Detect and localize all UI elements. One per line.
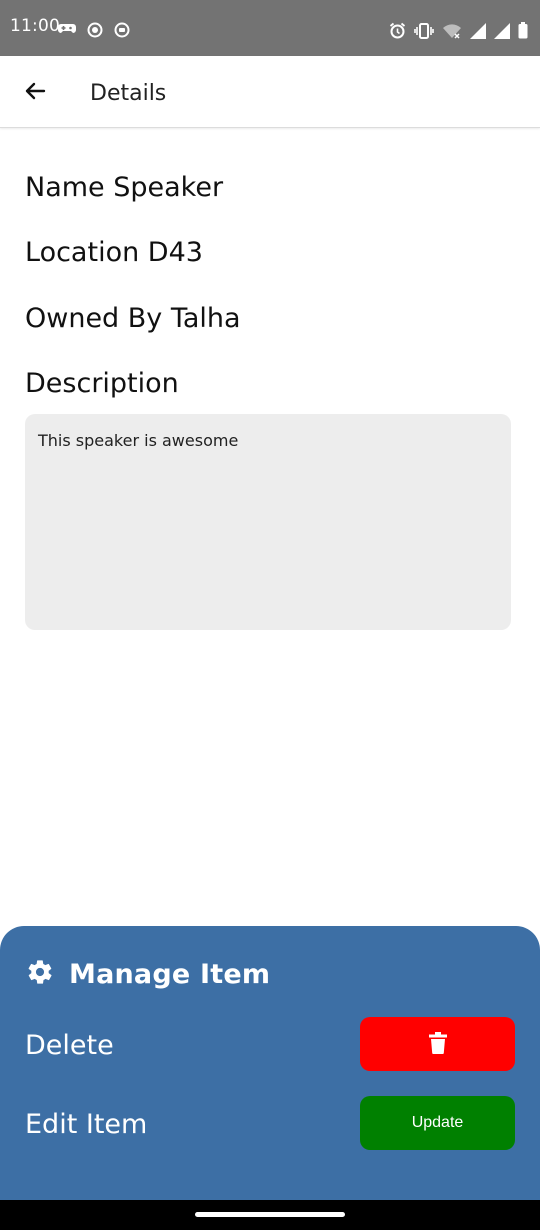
back-button[interactable] [14,72,56,114]
item-name: Name Speaker [25,172,224,203]
status-time: 11:00 [10,16,60,36]
manage-item-sheet: Manage Item Delete Edit Item Update [0,926,540,1200]
app-bar: Details [0,56,540,128]
signal-icon [470,22,486,39]
trash-icon [428,1031,447,1057]
target-icon [87,22,103,38]
delete-label: Delete [25,1030,114,1061]
signal-icon [494,22,510,39]
status-bar: 11:00 [0,0,540,56]
item-location: Location D43 [25,237,203,268]
description-box: This speaker is awesome [25,414,511,630]
update-button[interactable]: Update [360,1096,515,1150]
sheet-title: Manage Item [69,958,271,990]
status-left-icons [58,22,130,38]
description-text: This speaker is awesome [38,431,239,450]
system-nav-bar [0,1200,540,1230]
edit-item-label: Edit Item [25,1109,148,1140]
home-gesture-handle[interactable] [195,1212,345,1217]
page-title: Details [90,81,167,106]
vibrate-icon [414,22,434,39]
description-label: Description [25,368,179,399]
arrow-left-icon [23,79,47,107]
item-owner: Owned By Talha [25,303,241,334]
wifi-off-icon [442,23,462,39]
sheet-header: Manage Item [26,958,270,990]
alarm-icon [389,22,406,39]
delete-button[interactable] [360,1017,515,1071]
gear-icon [26,958,54,990]
record-icon [114,22,130,38]
battery-icon [518,22,528,39]
status-right-icons [389,22,528,39]
game-controller-icon [58,22,76,38]
